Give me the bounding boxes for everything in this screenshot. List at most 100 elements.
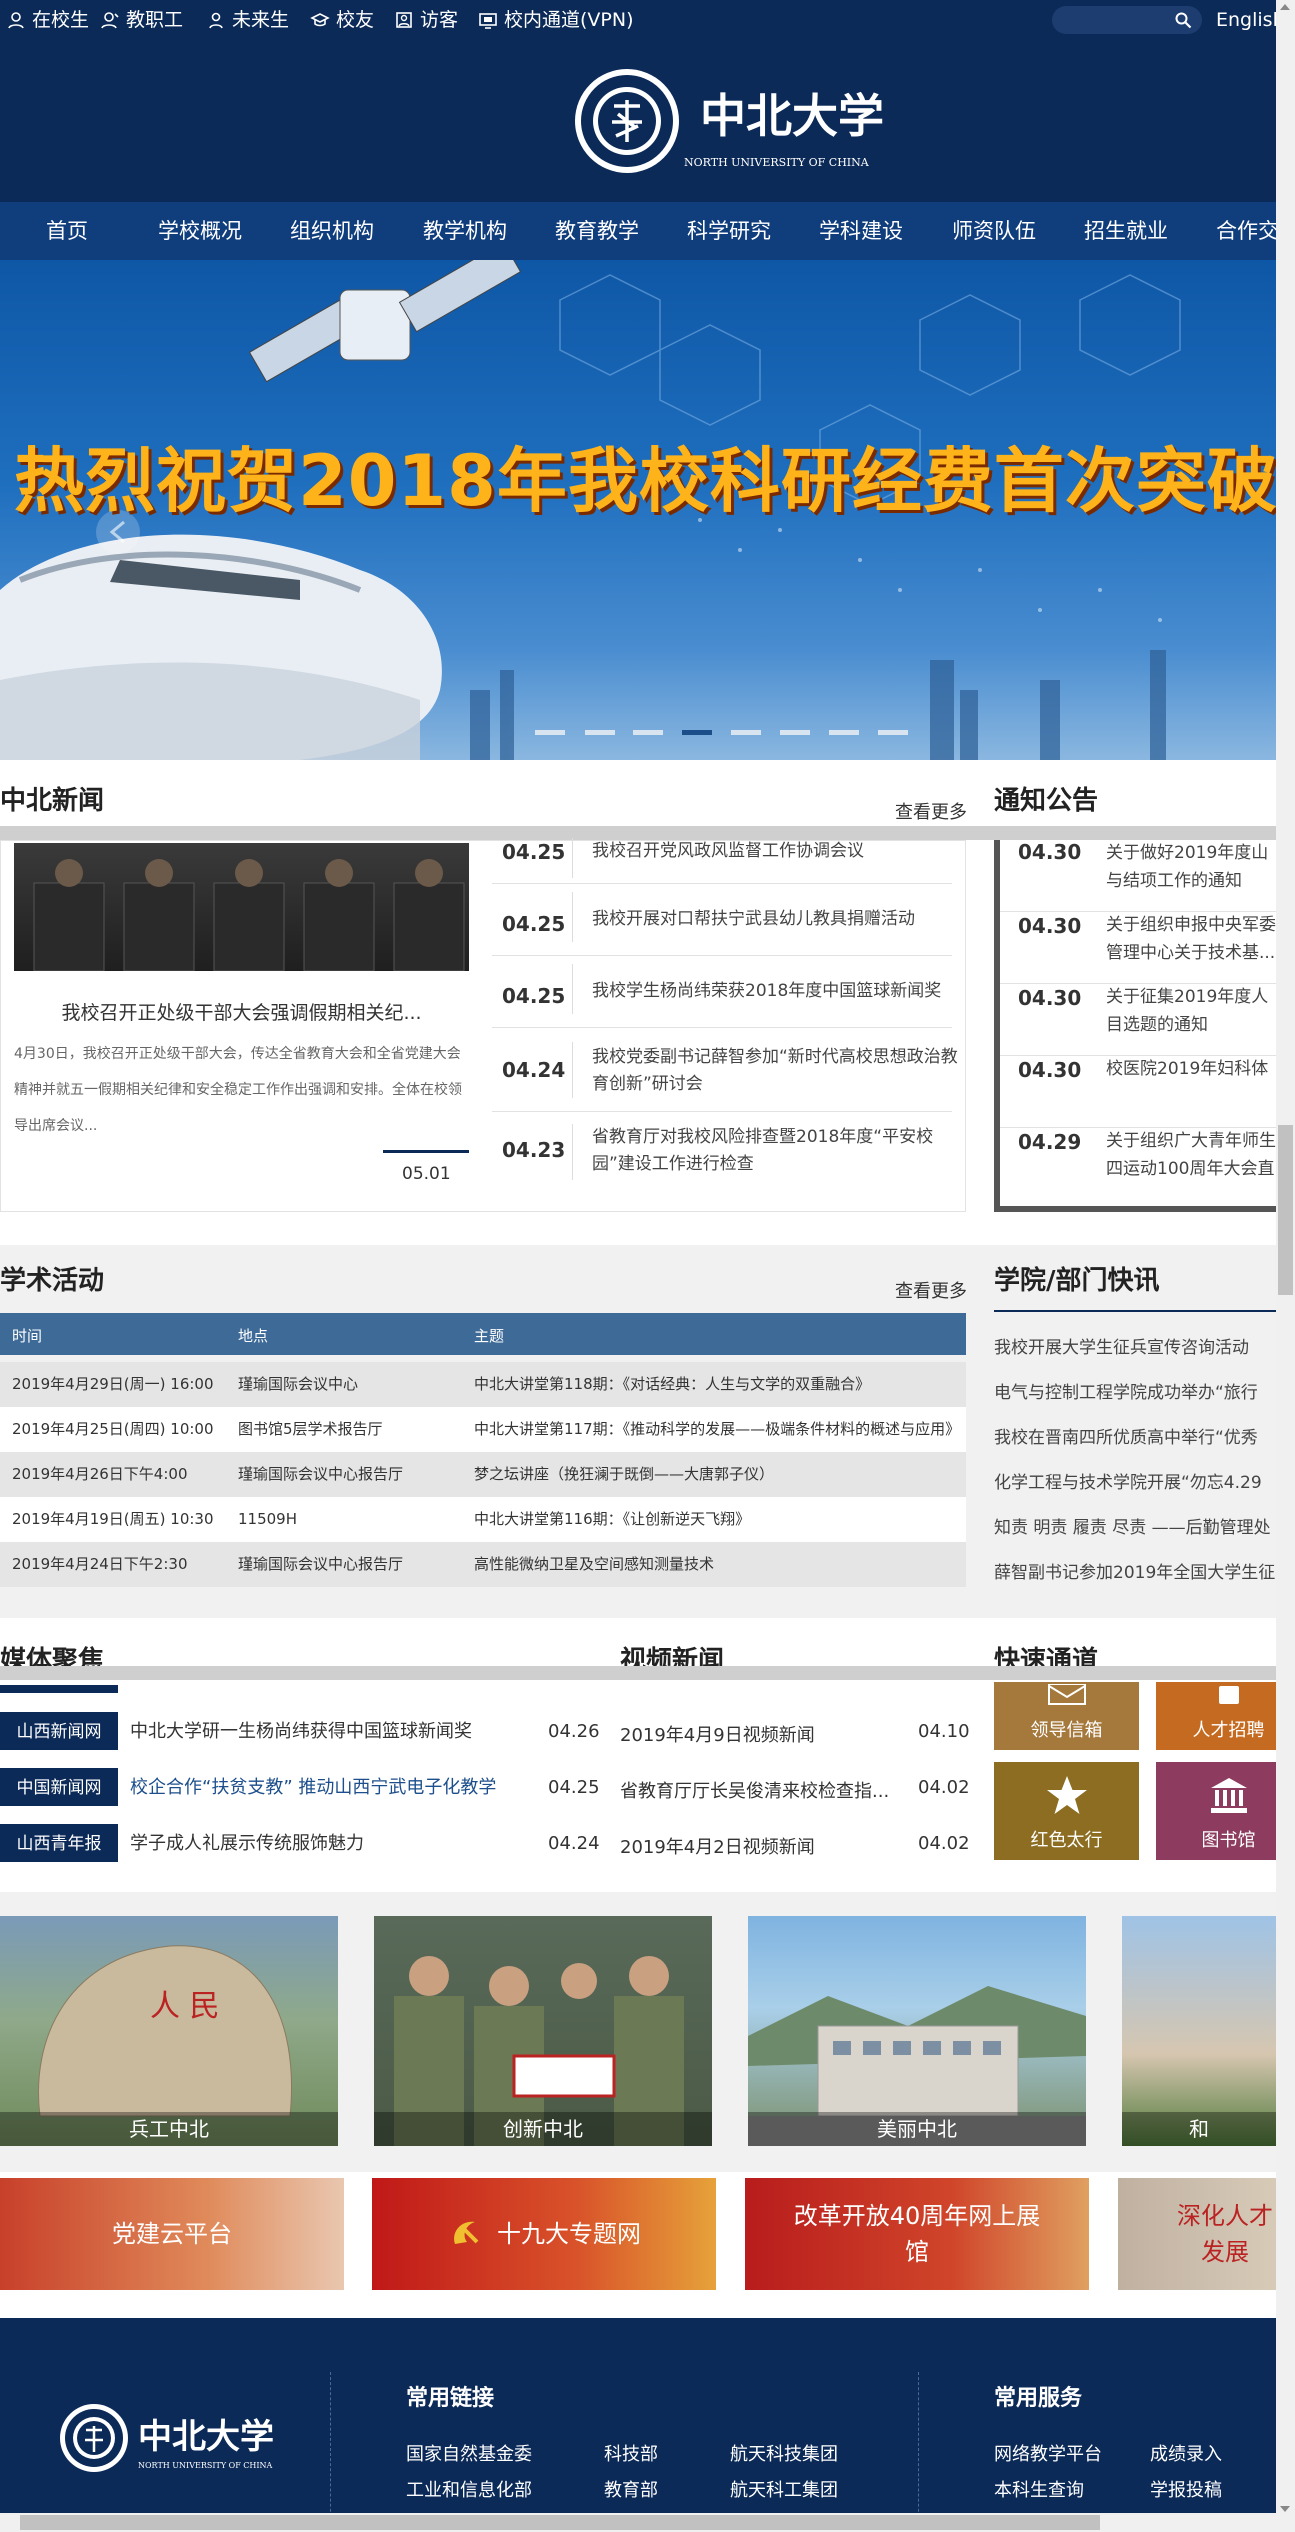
footer-service[interactable]: 本科生查询 [994,2476,1084,2502]
news-item-2[interactable]: 04.25 我校开展对口帮扶宁武县幼儿教具捐赠活动 [492,884,952,956]
news-feature-title[interactable]: 我校召开正处级干部大会强调假期相关纪... [14,998,469,1025]
news-item-4[interactable]: 04.24 我校党委副书记薛智参加“新时代高校思想政治教育创新”研讨会 [492,1028,958,1112]
search-icon[interactable] [1174,11,1192,29]
english-link[interactable]: English [1216,0,1285,40]
topbar-link-alumni[interactable]: 校友 [310,0,374,40]
media-item-3[interactable]: 山西青年报 学子成人礼展示传统服饰魅力 04.24 [0,1824,600,1864]
nav-education[interactable]: 教育教学 [555,202,639,260]
gallery-card-4[interactable]: 和 [1122,1916,1276,2146]
news-feature-image[interactable] [14,843,469,972]
notice-date: 04.29 [1018,1130,1082,1154]
news-item-5[interactable]: 04.23 省教育厅对我校风险排查暨2018年度“平安校园”建设工作进行检查 [492,1112,952,1192]
academic-row-1[interactable]: 2019年4月29日(周一) 16:00 瑾瑜国际会议中心 中北大讲堂第118期… [0,1362,966,1407]
media-date: 04.25 [548,1777,600,1798]
gallery-card-2[interactable]: 创新中北 [374,1916,712,2146]
footer-service[interactable]: 网络教学平台 [994,2440,1102,2466]
quick-link-library[interactable]: 图书馆 [1156,1762,1295,1860]
topbar-link-staff[interactable]: 教职工 [100,0,183,40]
scroll-down-arrow-icon[interactable] [1280,2506,1290,2512]
notice-item-1[interactable]: 04.30 关于做好2019年度山 与结项工作的通知 [1000,840,1276,912]
horizontal-scrollbar-2[interactable] [0,1666,1276,1680]
search-input[interactable] [1052,6,1202,34]
special-link-19th-congress[interactable]: 十九大专题网 [372,2178,716,2290]
notice-item-5[interactable]: 04.29 关于组织广大青年师生 四运动100周年大会直 [1000,1128,1276,1202]
gallery-card-3[interactable]: 美丽中北 [748,1916,1086,2146]
nav-about[interactable]: 学校概况 [158,202,242,260]
news-date: 04.25 [502,984,566,1008]
notice-item-2[interactable]: 04.30 关于组织申报中央军委 管理中心关于技术基... [1000,912,1276,984]
media-item-1[interactable]: 山西新闻网 中北大学研一生杨尚纬获得中国篮球新闻奖 04.26 [0,1712,600,1752]
footer: 中北大学 NORTH UNIVERSITY OF CHINA 常用链接 国家自然… [0,2318,1276,2532]
banner-dot[interactable] [829,730,859,735]
topbar-link-students[interactable]: 在校生 [6,0,89,40]
video-item-3[interactable]: 2019年4月2日视频新闻 [620,1833,815,1859]
media-item-2[interactable]: 中国新闻网 校企合作“扶贫支教” 推动山西宁武电子化教学 04.25 [0,1768,600,1808]
nav-cooperation[interactable]: 合作交 [1216,202,1276,260]
news-item-3[interactable]: 04.25 我校学生杨尚纬荣获2018年度中国篮球新闻奖 [492,956,952,1028]
topbar-link-vpn[interactable]: 校内通道(VPN) [478,0,634,40]
nav-disciplines[interactable]: 学科建设 [819,202,903,260]
notice-date: 04.30 [1018,840,1082,864]
footer-link[interactable]: 航天科工集团 [730,2476,838,2502]
quick-link-mailbox[interactable]: 领导信箱 [994,1682,1139,1750]
footer-logo[interactable]: 中北大学 NORTH UNIVERSITY OF CHINA [58,2398,288,2478]
academic-row-3[interactable]: 2019年4月26日下午4:00 瑾瑜国际会议中心报告厅 梦之坛讲座（挽狂澜于既… [0,1452,966,1497]
dept-news-item[interactable]: 薛智副书记参加2019年全国大学生征 [994,1558,1275,1583]
dept-news-item[interactable]: 知责 明责 履责 尽责 ——后勤管理处 [994,1513,1271,1538]
dept-news-item[interactable]: 电气与控制工程学院成功举办“旅行 [994,1378,1258,1403]
nav-teaching-units[interactable]: 教学机构 [423,202,507,260]
cell-topic: 中北大讲堂第116期：《让创新逆天飞翔》 [474,1510,751,1528]
academic-row-4[interactable]: 2019年4月19日(周五) 10:30 11509H 中北大讲堂第116期：《… [0,1497,966,1542]
dept-news-item[interactable]: 我校在晋南四所优质高中举行“优秀 [994,1423,1258,1448]
hero-banner[interactable]: 热烈祝贺2018年我校科研经费首次突破4亿元 [0,260,1276,760]
nav-organization[interactable]: 组织机构 [290,202,374,260]
meeting-photo [33,859,465,972]
special-link-talent[interactable]: 深化人才发展 [1118,2178,1276,2290]
footer-link[interactable]: 科技部 [604,2440,658,2466]
special-link-reform-40[interactable]: 改革开放40周年网上展馆 [745,2178,1089,2290]
quick-link-recruitment[interactable]: 人才招聘 [1156,1682,1295,1750]
nav-home[interactable]: 首页 [46,202,88,260]
party-emblem-icon [454,2221,479,2244]
news-title: 省教育厅对我校风险排查暨2018年度“平安校园”建设工作进行检查 [592,1127,934,1174]
gallery-label: 创新中北 [374,2112,712,2146]
topbar-link-visitors[interactable]: 访客 [394,0,458,40]
footer-link[interactable]: 工业和信息化部 [406,2476,532,2502]
footer-service[interactable]: 学报投稿 [1150,2476,1222,2502]
vertical-scrollbar-thumb[interactable] [1278,1125,1293,1295]
special-link-party-cloud[interactable]: 党建云平台 [0,2178,344,2290]
video-item-2[interactable]: 省教育厅厅长吴俊清来校检查指... [620,1777,889,1803]
banner-dot[interactable] [633,730,663,735]
footer-service[interactable]: 成绩录入 [1150,2440,1222,2466]
news-date: 04.25 [502,840,566,864]
footer-link[interactable]: 教育部 [604,2476,658,2502]
video-item-1[interactable]: 2019年4月9日视频新闻 [620,1721,815,1747]
recruit-icon [1218,1686,1239,1704]
nav-admissions[interactable]: 招生就业 [1084,202,1168,260]
academic-row-5[interactable]: 2019年4月24日下午2:30 瑾瑜国际会议中心报告厅 高性能微纳卫星及空间感… [0,1542,966,1587]
banner-dot[interactable] [535,730,565,735]
news-item-1[interactable]: 04.25 我校召开党风政风监督工作协调会议 [492,838,952,884]
academic-row-2[interactable]: 2019年4月25日(周四) 10:00 图书馆5层学术报告厅 中北大讲堂第11… [0,1407,966,1452]
banner-dot[interactable] [780,730,810,735]
news-more-link[interactable]: 查看更多 [895,798,967,824]
nav-faculty[interactable]: 师资队伍 [952,202,1036,260]
banner-dot[interactable] [585,730,615,735]
page-horizontal-scrollbar-thumb[interactable] [20,2515,1100,2530]
notice-item-4[interactable]: 04.30 校医院2019年妇科体 [1000,1056,1276,1128]
banner-dot[interactable] [878,730,908,735]
dept-news-item[interactable]: 化学工程与技术学院开展“勿忘4.29 [994,1468,1262,1493]
banner-dot[interactable] [682,730,712,735]
gallery-card-1[interactable]: 人 民 兵工中北 [0,1916,338,2146]
banner-dot[interactable] [731,730,761,735]
nav-research[interactable]: 科学研究 [687,202,771,260]
footer-link[interactable]: 国家自然基金委 [406,2440,532,2466]
dept-news-item[interactable]: 我校开展大学生征兵宣传咨询活动 [994,1333,1249,1358]
university-logo[interactable]: 中北大学 NORTH UNIVERSITY OF CHINA [572,66,892,176]
footer-link[interactable]: 航天科技集团 [730,2440,838,2466]
notice-item-3[interactable]: 04.30 关于征集2019年度人 目选题的通知 [1000,984,1276,1056]
academic-more-link[interactable]: 查看更多 [895,1277,967,1303]
topbar-link-future-students[interactable]: 未来生 [206,0,289,40]
quick-link-red-taihang[interactable]: 红色太行 [994,1762,1139,1860]
scroll-up-arrow-icon[interactable] [1280,4,1290,10]
